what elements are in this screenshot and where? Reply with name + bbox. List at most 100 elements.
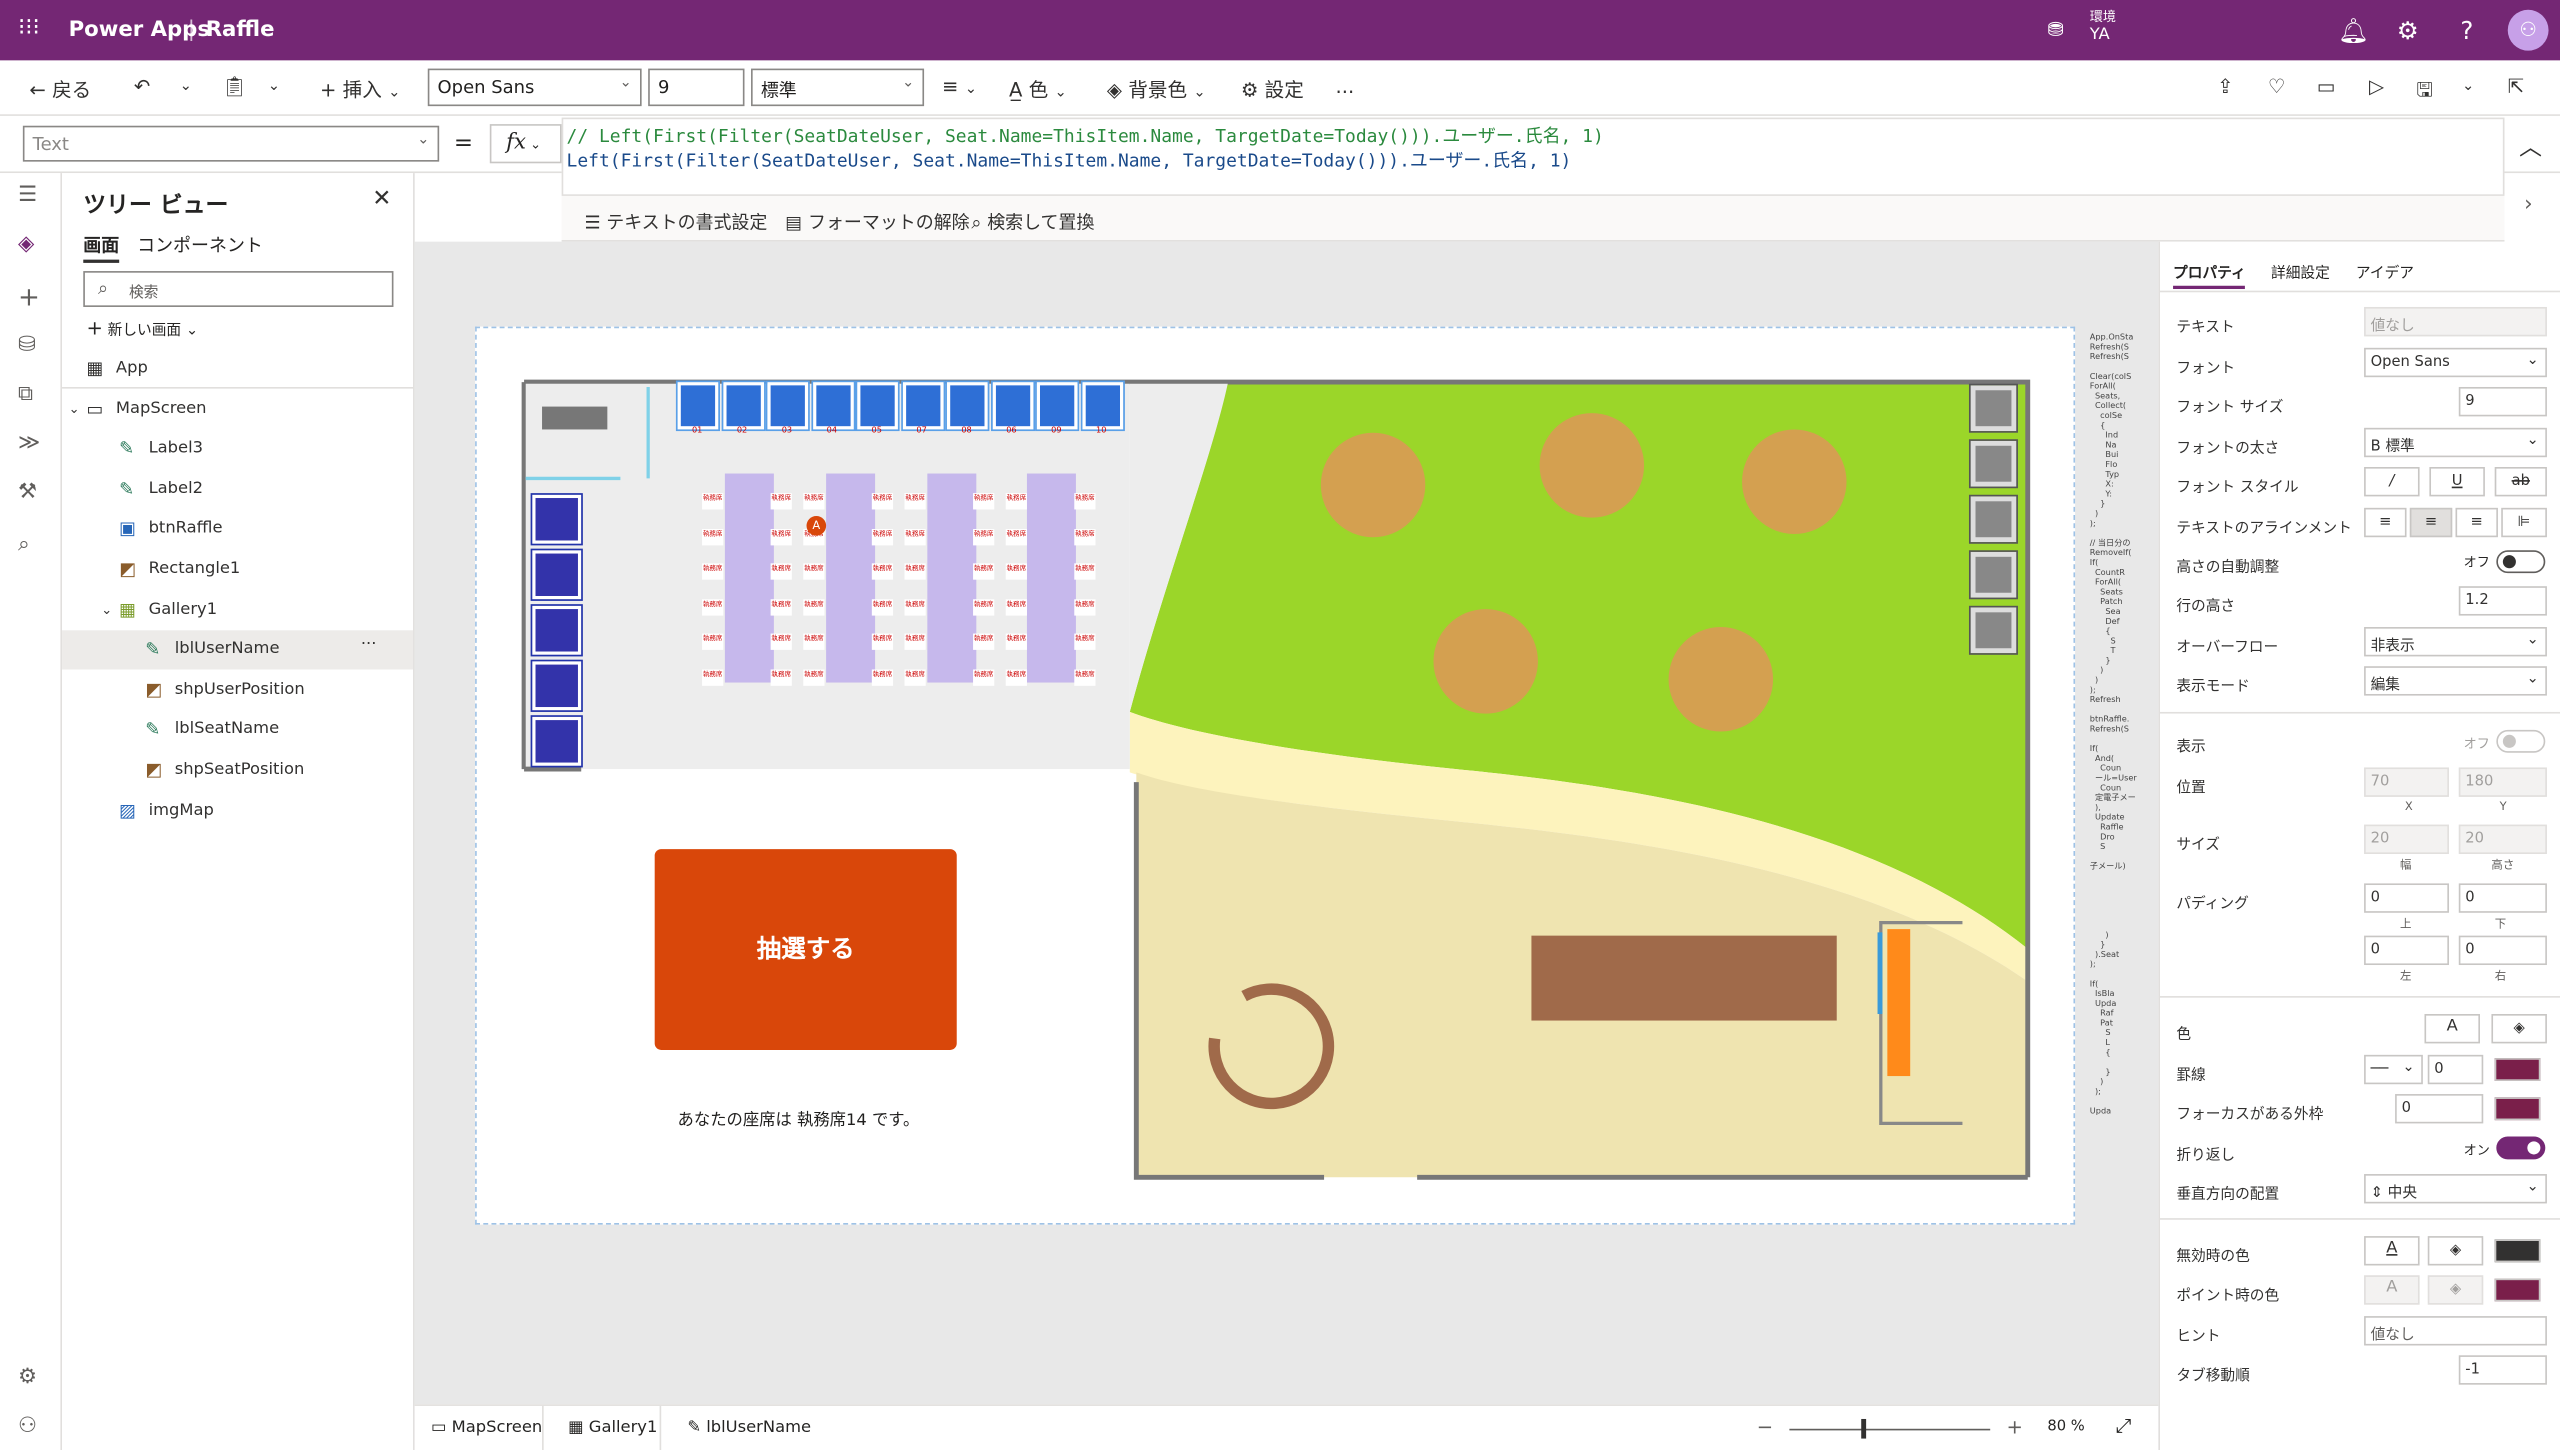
overflow-prop-dropdown[interactable]: 非表示 ⌄ [2364,627,2547,657]
user-position-marker[interactable]: A [806,515,827,536]
zoom-out-icon[interactable]: − [1757,1416,1773,1439]
formula-code[interactable]: // Left(First(Filter(SeatDateUser, Seat.… [567,124,1604,173]
autoheight-toggle[interactable] [2496,550,2546,574]
save-icon[interactable]: 🖫︎ [2416,75,2433,109]
zoom-slider[interactable] [1789,1428,1991,1431]
color-button[interactable]: A̲ 色 ⌄ [1009,75,1067,103]
focus-color-swatch[interactable] [2494,1097,2541,1121]
power-automate-icon[interactable]: ≫ [18,431,40,455]
align-right-button[interactable]: ≡ [2455,507,2498,538]
bell-icon[interactable]: 🔔︎ [2338,16,2369,45]
tree-search[interactable]: ⌕ 検索 [83,271,394,307]
focus-width-input[interactable]: 0 [2395,1094,2484,1124]
chevron-down-icon[interactable]: ⌄ [101,602,112,617]
new-screen-button[interactable]: + 新しい画面 ⌄ [87,317,199,340]
tab-components[interactable]: コンポーネント [137,232,263,258]
tab-advanced[interactable]: 詳細設定 [2271,261,2330,282]
align-left-button[interactable]: ≡ [2364,507,2407,538]
strikethrough-button[interactable]: ab [2494,467,2547,497]
tree-item[interactable]: ◩ shpSeatPosition [62,751,413,790]
visible-toggle[interactable] [2496,729,2546,753]
format-text-button[interactable]: ☰ テキストの書式設定 [584,209,767,235]
environment-icon[interactable]: ⛃ [2047,18,2063,41]
align-justify-button[interactable]: ⊫ [2501,507,2547,538]
tools-icon[interactable]: ⚒ [18,480,37,504]
valign-prop-dropdown[interactable]: ⇕ 中央 ⌄ [2364,1174,2547,1204]
disabled-text-color-picker[interactable]: A [2364,1236,2420,1266]
font-size-input[interactable]: 9 [648,68,745,107]
more-button[interactable]: ... [1336,75,1355,98]
font-size-prop-input[interactable]: 9 [2458,386,2547,417]
insert-plus-icon[interactable]: + [18,281,40,312]
lineheight-prop-input[interactable]: 1.2 [2458,586,2547,616]
border-color-swatch[interactable] [2494,1058,2541,1081]
text-prop-input[interactable]: 値なし [2364,306,2547,337]
tree-item[interactable]: ✎ Label2 [62,470,413,509]
pad-top-input[interactable]: 0 [2364,883,2449,913]
undo-icon[interactable]: ↶ [134,75,150,98]
font-weight-prop-dropdown[interactable]: B 標準 ⌄ [2364,427,2547,458]
pad-bottom-input[interactable]: 0 [2458,883,2547,913]
tree-item[interactable]: ▨ imgMap [62,791,413,830]
share-icon[interactable]: ⇪ [2217,75,2233,98]
collapse-formula-icon[interactable]: ︿ [2519,131,2542,164]
fill-color-picker[interactable]: ◈ [2491,1014,2547,1044]
remove-format-button[interactable]: ▤ フォーマットの解除 [785,209,969,235]
fill-button[interactable]: ◈ 背景色 ⌄ [1107,75,1206,103]
zoom-thumb[interactable] [1861,1418,1867,1439]
breadcrumb-label[interactable]: ✎ lblUserName [687,1419,811,1437]
help-icon[interactable]: ? [2460,16,2473,45]
settings-button[interactable]: ⚙ 設定 [1241,75,1304,103]
virtual-agent-icon[interactable]: ⚇ [18,1414,37,1438]
hover-text-color-picker[interactable]: A [2364,1275,2420,1305]
media-icon[interactable]: ⧉ [18,382,33,406]
paste-icon[interactable]: 📋︎ [222,75,247,98]
pos-y-input[interactable]: 180 [2458,767,2547,797]
tree-item[interactable]: ◩ Rectangle1 [62,550,413,589]
italic-button[interactable]: / [2364,467,2420,497]
waffle-icon[interactable]: ⁝⁝⁝ [18,15,40,41]
tree-item[interactable]: ✎ lblSeatName [62,711,413,750]
play-icon[interactable]: ▷ [2369,75,2384,98]
displaymode-prop-dropdown[interactable]: 編集 ⌄ [2364,666,2547,696]
pad-right-input[interactable]: 0 [2458,935,2547,966]
tree-item[interactable]: ⌄ ▦ Gallery1 [62,590,413,629]
settings-gear-icon[interactable]: ⚙ [18,1365,37,1389]
align-icon[interactable]: ≡ ⌄ [942,75,977,98]
tree-item[interactable]: ✎ Label3 [62,430,413,469]
find-replace-button[interactable]: ⌕ 検索して置換 [971,209,1094,235]
search-icon[interactable]: ⌕ [18,532,30,556]
more-options-icon[interactable]: ··· [361,635,377,653]
tree-item[interactable]: ▣ btnRaffle [62,510,413,549]
comments-icon[interactable]: ▭ [2317,75,2336,98]
tab-screens[interactable]: 画面 [83,232,120,263]
map-screen[interactable]: 01 02 03 04 05 07 08 06 09 10 執務席 執務席 執務席 執務席 執務席 執務席 執務… [475,326,2076,1225]
tab-ideas[interactable]: アイデア [2356,261,2414,282]
fx-button[interactable]: fx ⌄ [489,124,562,164]
hover-fill-picker[interactable]: ◈ [2427,1275,2484,1305]
close-icon[interactable]: ✕ [372,186,391,212]
font-weight-dropdown[interactable]: 標準 ⌄ [751,68,925,107]
hint-input[interactable]: 値なし [2364,1316,2547,1346]
tab-properties[interactable]: プロパティ [2173,261,2246,290]
paste-chevron-icon[interactable]: ⌄ [268,78,280,94]
font-dropdown[interactable]: Open Sans ⌄ [427,68,642,107]
pos-x-input[interactable]: 70 [2364,767,2449,797]
tab-index-input[interactable]: -1 [2458,1355,2547,1385]
disabled-color-swatch[interactable] [2494,1239,2541,1263]
tree-item[interactable]: ✎ lblUserName ··· [62,630,414,670]
text-color-picker[interactable]: A [2424,1014,2480,1044]
breadcrumb-gallery[interactable]: ▦ Gallery1 [568,1419,657,1437]
pad-left-input[interactable]: 0 [2364,935,2449,966]
fit-screen-icon[interactable]: ⤢ [2116,1414,2132,1438]
data-icon[interactable]: ⛁ [18,333,36,357]
border-style-dropdown[interactable]: ── ⌄ [2364,1054,2423,1085]
app-checker-icon[interactable]: ♡ [2268,75,2286,98]
property-dropdown[interactable]: Text ⌄ [22,125,440,162]
hover-color-swatch[interactable] [2494,1278,2541,1302]
gear-icon[interactable]: ⚙ [2397,16,2419,45]
save-chevron-icon[interactable]: ⌄ [2462,78,2474,94]
align-center-button[interactable]: ≡ [2409,507,2453,538]
chevron-down-icon[interactable]: ⌄ [69,401,80,416]
hamburger-icon[interactable]: ☰ [18,183,37,207]
